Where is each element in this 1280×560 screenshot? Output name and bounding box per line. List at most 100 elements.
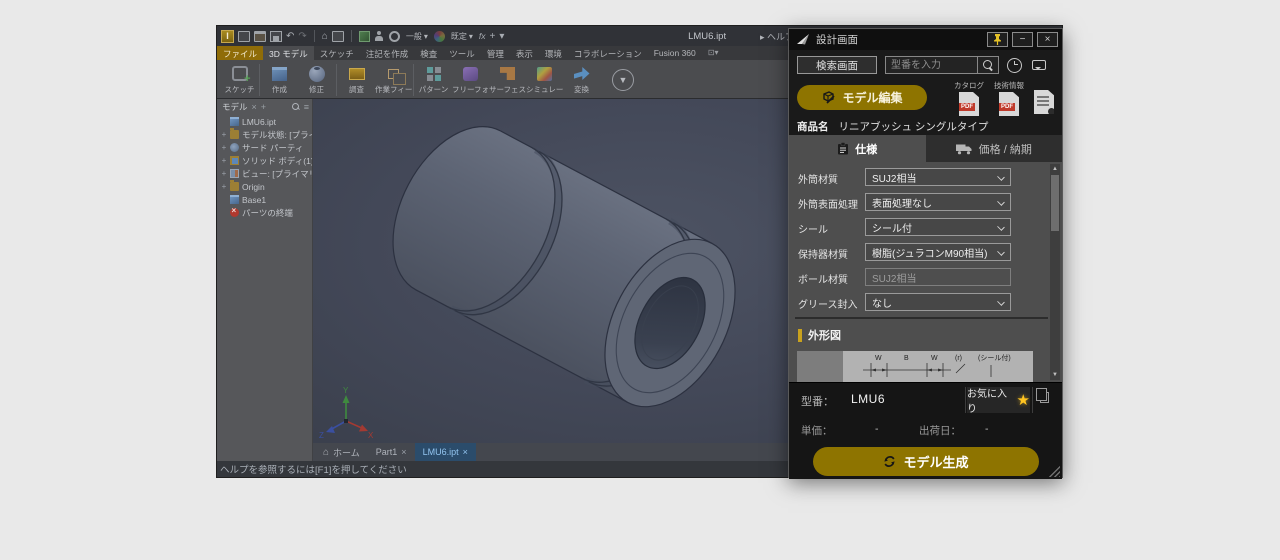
doc-tab-home[interactable]: ⌂ ホーム: [315, 443, 368, 461]
browser-menu-icon[interactable]: ≡: [304, 102, 309, 112]
tab-collaborate[interactable]: コラボレーション: [568, 46, 648, 60]
ribbon-button-create[interactable]: 作成: [261, 62, 298, 98]
tab-3d-model[interactable]: 3D モデル: [263, 46, 314, 60]
retainer-material-select[interactable]: 樹脂(ジュラコンM90相当): [865, 243, 1011, 261]
browser-tab-model[interactable]: モデル: [222, 101, 248, 113]
scrollbar-thumb[interactable]: [1051, 175, 1059, 231]
pin-button[interactable]: [987, 32, 1008, 47]
ribbon-button-inspect[interactable]: 調査: [338, 62, 375, 98]
form-row-outer-material: 外筒材質 SUJ2相当: [789, 168, 1062, 186]
add-command-icon[interactable]: +: [489, 31, 495, 42]
home-view-icon[interactable]: ⌂: [322, 31, 328, 42]
model-edit-button[interactable]: モデル編集: [797, 85, 927, 110]
design-panel-window: 設計画面 − × 検索画面: [788, 28, 1063, 478]
tab-manage[interactable]: 管理: [481, 46, 510, 60]
close-button[interactable]: ×: [1037, 32, 1058, 47]
tab-specifications[interactable]: 仕様: [789, 135, 926, 162]
material-icon[interactable]: [359, 31, 370, 42]
browser-search-icon[interactable]: [292, 103, 300, 111]
share-icon[interactable]: [374, 31, 385, 42]
qat-caret-icon[interactable]: ▾: [499, 31, 504, 42]
expand-icon[interactable]: +: [221, 143, 227, 152]
ribbon-button-freeform[interactable]: フリーフォー...: [452, 62, 489, 98]
tab-price-delivery[interactable]: 価格 / 納期: [926, 135, 1063, 162]
material-dropdown[interactable]: 一般▾: [404, 31, 430, 42]
model-linear-bushing[interactable]: [366, 105, 761, 429]
browser-close-icon[interactable]: ×: [252, 102, 257, 112]
expand-icon[interactable]: +: [221, 156, 227, 165]
ribbon-button-work-features[interactable]: 作業フィー...: [375, 62, 412, 98]
undo-icon[interactable]: ↶: [286, 31, 294, 42]
tree-item-end-of-part[interactable]: パーツの終端: [219, 206, 312, 219]
favorite-button[interactable]: お気に入り ★: [967, 387, 1030, 413]
tab-file[interactable]: ファイル: [217, 46, 263, 60]
search-button[interactable]: [977, 56, 999, 74]
convert-icon: [574, 67, 590, 80]
history-icon[interactable]: [1007, 58, 1022, 73]
doc-tab-lmu6[interactable]: LMU6.ipt ×: [415, 443, 476, 461]
expand-icon[interactable]: +: [221, 169, 227, 178]
part-number-input[interactable]: [885, 56, 977, 74]
scroll-up-icon[interactable]: ▲: [1050, 164, 1060, 174]
tree-item-model-states[interactable]: + モデル状態: [プライマリ]: [219, 128, 312, 141]
minimize-button[interactable]: −: [1012, 32, 1033, 47]
render-icon[interactable]: [332, 31, 344, 42]
expand-icon[interactable]: +: [221, 182, 227, 191]
parameters-fx-icon[interactable]: fx: [479, 31, 486, 42]
scrollbar[interactable]: ▲ ▼: [1050, 164, 1060, 380]
ribbon-button-simulation[interactable]: シミュレー...: [526, 62, 563, 98]
surface-treatment-select[interactable]: 表面処理なし: [865, 193, 1011, 211]
svg-text:W: W: [875, 355, 882, 362]
tree-item-base1[interactable]: Base1: [219, 193, 312, 206]
tab-view[interactable]: 表示: [510, 46, 539, 60]
appearance-dropdown[interactable]: 既定▾: [449, 31, 475, 42]
seal-select[interactable]: シール付: [865, 218, 1011, 236]
close-icon[interactable]: ×: [401, 447, 406, 457]
close-icon[interactable]: ×: [463, 447, 468, 457]
tab-tools[interactable]: ツール: [443, 46, 481, 60]
resize-grip[interactable]: [1048, 465, 1060, 477]
tree-item-solid-bodies[interactable]: + ソリッド ボディ(1): [219, 154, 312, 167]
physical-material-icon[interactable]: [389, 31, 400, 42]
chevron-down-icon: [997, 223, 1005, 231]
ribbon-expand-button[interactable]: ▼: [612, 69, 634, 91]
spec-sheet-icon[interactable]: [1034, 90, 1054, 114]
tree-item-third-party[interactable]: + サード パーティ: [219, 141, 312, 154]
panel-titlebar[interactable]: 設計画面 − ×: [789, 29, 1062, 50]
svg-text:Y: Y: [343, 386, 349, 395]
grease-select[interactable]: なし: [865, 293, 1011, 311]
ribbon-button-convert[interactable]: 変換: [563, 62, 600, 98]
technical-info-link[interactable]: 技術情報 PDF: [994, 80, 1024, 116]
tab-annotate[interactable]: 注記を作成: [360, 46, 415, 60]
inventor-logo-icon[interactable]: I: [221, 30, 234, 43]
open-file-icon[interactable]: [254, 31, 266, 42]
ribbon-display-icon[interactable]: ⊡▾: [708, 46, 719, 60]
ribbon-button-modify[interactable]: 修正: [298, 62, 335, 98]
svg-text:X: X: [368, 431, 374, 440]
comment-icon[interactable]: [1032, 60, 1046, 70]
scroll-down-icon[interactable]: ▼: [1050, 370, 1060, 380]
tree-item-view[interactable]: + ビュー: [プライマリ]: [219, 167, 312, 180]
ribbon-button-pattern[interactable]: パターン: [415, 62, 452, 98]
redo-icon[interactable]: ↷: [298, 31, 306, 42]
tree-item-root[interactable]: LMU6.ipt: [219, 115, 312, 128]
ribbon-button-surface[interactable]: サーフェス: [489, 62, 526, 98]
tab-sketch[interactable]: スケッチ: [314, 46, 360, 60]
ribbon-button-sketch[interactable]: スケッチ: [221, 62, 258, 98]
expand-icon[interactable]: +: [221, 130, 227, 139]
tab-fusion360[interactable]: Fusion 360: [648, 46, 702, 60]
generate-model-button[interactable]: モデル生成: [813, 447, 1039, 476]
new-file-icon[interactable]: [238, 31, 250, 42]
tab-inspect[interactable]: 検査: [414, 46, 443, 60]
search-screen-button[interactable]: 検索画面: [797, 56, 877, 74]
copy-icon[interactable]: [1040, 392, 1049, 403]
catalog-link[interactable]: カタログ PDF: [954, 80, 984, 116]
appearance-icon[interactable]: [434, 31, 445, 42]
browser-add-icon[interactable]: +: [261, 102, 266, 112]
doc-tab-part1[interactable]: Part1 ×: [368, 443, 415, 461]
tab-environments[interactable]: 環境: [539, 46, 568, 60]
save-icon[interactable]: [270, 31, 282, 42]
tree-item-origin[interactable]: + Origin: [219, 180, 312, 193]
outer-material-select[interactable]: SUJ2相当: [865, 168, 1011, 186]
end-of-part-icon: [230, 208, 239, 217]
